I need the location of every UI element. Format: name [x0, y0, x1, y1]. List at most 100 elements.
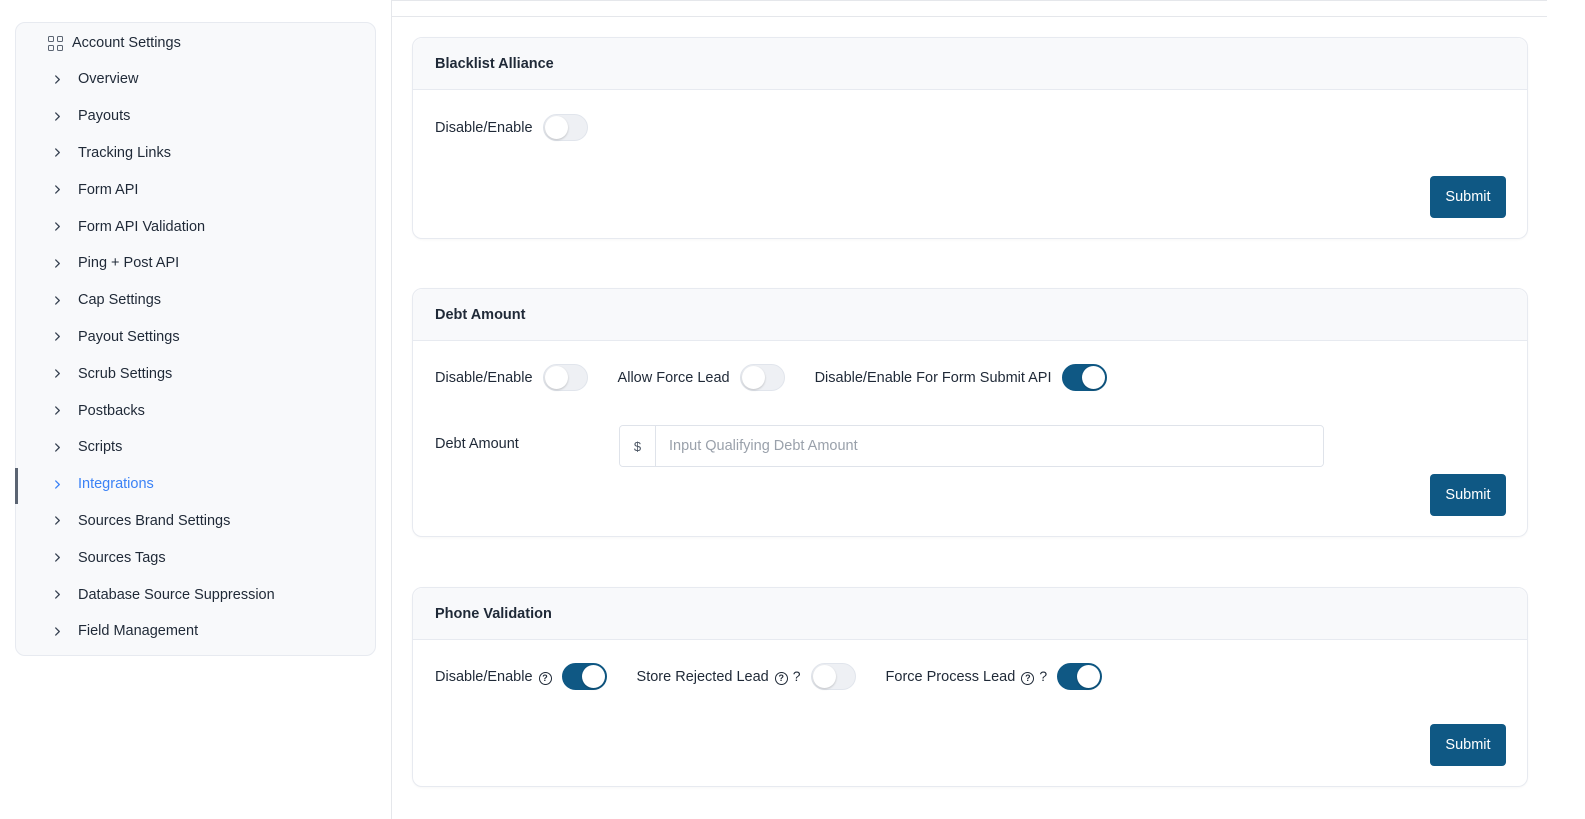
chevron-right-icon: [52, 369, 62, 379]
sidebar-item-postbacks[interactable]: Postbacks: [16, 392, 375, 429]
toggle-knob: [581, 665, 605, 688]
sidebar-item-label: Postbacks: [78, 402, 145, 419]
sidebar-nav: Overview Payouts Tracking Links Form API For…: [15, 61, 375, 650]
toggle-label-text: Disable/Enable: [435, 668, 533, 685]
sidebar-item-integrations[interactable]: Integrations: [15, 466, 375, 504]
chevron-right-icon: [52, 222, 62, 232]
sidebar-item-field-management[interactable]: Field Management: [16, 613, 375, 650]
debt-amount-card: Debt Amount Disable/Enable Allow Force L…: [412, 288, 1528, 537]
toggle-group: Disable/Enable: [435, 364, 588, 391]
debt-submit-button[interactable]: Submit: [1430, 474, 1506, 516]
toggle-label: Disable/Enable: [435, 119, 533, 136]
store-rejected-lead-toggle[interactable]: [810, 663, 856, 690]
sidebar-item-sources-tags[interactable]: Sources Tags: [16, 539, 375, 576]
card-header: Phone Validation: [413, 588, 1527, 640]
toggle-row: Disable/Enable: [435, 114, 618, 141]
force-process-lead-toggle[interactable]: [1057, 663, 1103, 690]
dollar-prefix: $: [620, 426, 656, 466]
top-bar: [392, 0, 1547, 17]
sidebar-item-label: Field Management: [78, 623, 199, 640]
form-submit-api-toggle[interactable]: [1061, 364, 1107, 391]
debt-amount-input[interactable]: [656, 426, 1323, 466]
chevron-right-icon: [52, 295, 62, 305]
toggle-knob: [544, 366, 568, 389]
sidebar-item-database-source-suppression[interactable]: Database Source Suppression: [16, 576, 375, 613]
chevron-right-icon: [52, 332, 62, 342]
sidebar-item-label: Form API Validation: [78, 218, 206, 235]
toggle-label: Allow Force Lead: [617, 369, 730, 386]
sidebar-item-label: Sources Tags: [78, 549, 166, 566]
sidebar-item-label: Tracking Links: [78, 144, 171, 161]
phone-validation-card: Phone Validation Disable/Enable? Store R…: [412, 587, 1528, 787]
sidebar-item-scripts[interactable]: Scripts: [16, 429, 375, 466]
sidebar-item-form-api[interactable]: Form API: [16, 171, 375, 208]
vertical-divider: [391, 0, 392, 819]
sidebar-item-label: Integrations: [78, 476, 154, 493]
sidebar-item-tracking-links[interactable]: Tracking Links: [16, 135, 375, 172]
toggle-group: Store Rejected Lead??: [637, 663, 856, 690]
debt-enable-toggle[interactable]: [542, 364, 588, 391]
sidebar-item-label: Ping + Post API: [78, 255, 180, 272]
chevron-right-icon: [52, 553, 62, 563]
sidebar-item-overview[interactable]: Overview: [16, 61, 375, 98]
phone-enable-toggle[interactable]: [561, 663, 607, 690]
sidebar-item-label: Database Source Suppression: [78, 586, 275, 603]
toggle-label: Disable/Enable?: [435, 669, 552, 685]
chevron-right-icon: [52, 74, 62, 84]
card-title: Debt Amount: [435, 306, 526, 323]
sidebar-item-payout-settings[interactable]: Payout Settings: [16, 319, 375, 356]
chevron-right-icon: [52, 479, 62, 489]
question-mark: ?: [1039, 668, 1048, 684]
chevron-right-icon: [52, 111, 62, 121]
blacklist-submit-button[interactable]: Submit: [1430, 176, 1506, 218]
sidebar-item-label: Payouts: [78, 108, 131, 125]
sidebar-item-label: Cap Settings: [78, 292, 162, 309]
sidebar-item-form-api-validation[interactable]: Form API Validation: [16, 208, 375, 245]
question-mark: ?: [792, 668, 801, 684]
toggle-knob: [1081, 366, 1105, 389]
sidebar-header: Account Settings: [48, 32, 181, 54]
toggle-label: Force Process Lead??: [886, 668, 1048, 685]
chevron-right-icon: [52, 406, 62, 416]
sidebar-item-label: Payout Settings: [78, 328, 180, 345]
card-title: Phone Validation: [435, 605, 552, 622]
sidebar-item-ping-post-api[interactable]: Ping + Post API: [16, 245, 375, 282]
grid-icon: [48, 35, 63, 51]
toggle-knob: [741, 366, 765, 389]
toggle-knob: [1077, 665, 1101, 688]
blacklist-alliance-card: Blacklist Alliance Disable/Enable Submit: [412, 37, 1528, 239]
toggle-group: Allow Force Lead: [618, 364, 785, 391]
blacklist-enable-toggle[interactable]: [542, 114, 588, 141]
toggle-group: Force Process Lead??: [886, 663, 1103, 690]
card-header: Debt Amount: [413, 289, 1527, 341]
sidebar-item-scrub-settings[interactable]: Scrub Settings: [16, 355, 375, 392]
sidebar-item-label: Scripts: [78, 439, 123, 456]
help-circle-icon[interactable]: ?: [1021, 672, 1035, 685]
sidebar-item-cap-settings[interactable]: Cap Settings: [16, 282, 375, 319]
toggle-label: Store Rejected Lead??: [637, 668, 801, 685]
sidebar-item-sources-brand-settings[interactable]: Sources Brand Settings: [16, 503, 375, 540]
sidebar-item-label: Scrub Settings: [78, 365, 173, 382]
debt-amount-input-group: $: [619, 425, 1324, 467]
chevron-right-icon: [52, 590, 62, 600]
toggle-label: Disable/Enable: [435, 369, 533, 386]
chevron-right-icon: [52, 442, 62, 452]
toggle-label: Disable/Enable For Form Submit API: [814, 369, 1052, 386]
help-circle-icon[interactable]: ?: [538, 671, 552, 685]
phone-submit-button[interactable]: Submit: [1430, 724, 1506, 766]
sidebar-item-payouts[interactable]: Payouts: [16, 98, 375, 135]
chevron-right-icon: [52, 148, 62, 158]
card-title: Blacklist Alliance: [435, 55, 554, 72]
chevron-right-icon: [52, 626, 62, 636]
allow-force-lead-toggle[interactable]: [739, 364, 785, 391]
toggle-row: Disable/Enable Allow Force Lead Disable/…: [435, 364, 1137, 391]
card-header: Blacklist Alliance: [413, 38, 1527, 90]
sidebar-item-label: Sources Brand Settings: [78, 512, 231, 529]
sidebar-title: Account Settings: [72, 35, 181, 51]
toggle-group: Disable/Enable: [435, 114, 588, 141]
sidebar-item-label: Overview: [78, 71, 139, 88]
help-circle-icon[interactable]: ?: [774, 672, 788, 685]
toggle-knob: [812, 665, 836, 688]
chevron-right-icon: [52, 516, 62, 526]
toggle-label-text: Store Rejected Lead: [636, 669, 769, 685]
